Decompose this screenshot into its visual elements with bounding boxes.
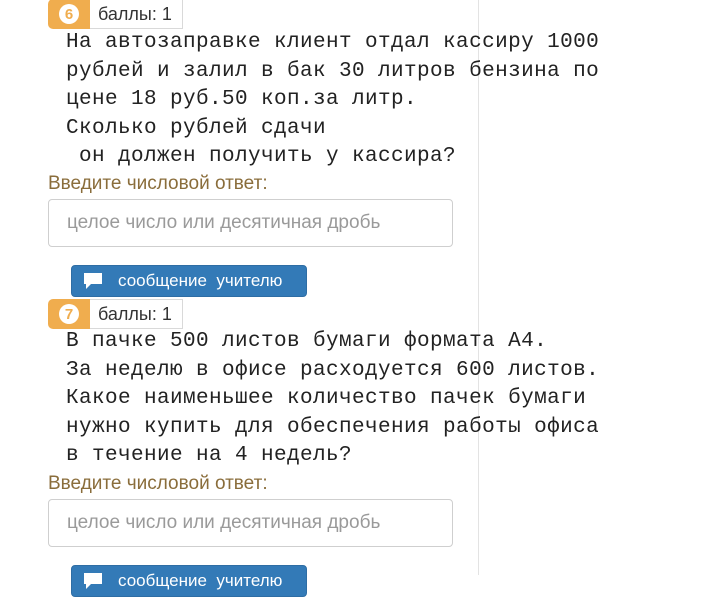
numeric-answer-input[interactable] xyxy=(48,499,453,547)
points-label: баллы: 1 xyxy=(90,299,183,329)
speech-bubble-icon xyxy=(84,273,102,289)
numeric-answer-input[interactable] xyxy=(48,199,453,247)
answer-prompt: Введите числовой ответ: xyxy=(48,473,268,494)
message-teacher-button[interactable]: сообщение учителю xyxy=(71,565,307,597)
question-line: Какое наименьшее количество пачек бумаги xyxy=(66,387,587,410)
points-label: баллы: 1 xyxy=(90,0,183,29)
question-line: цене 18 руб.50 коп.за литр. xyxy=(66,88,418,111)
message-teacher-button[interactable]: сообщение учителю xyxy=(71,265,307,297)
question-line: нужно купить для обеспечения работы офис… xyxy=(66,415,600,439)
speech-bubble-icon xyxy=(84,573,102,589)
question-line: рублей и залил в бак 30 литров бензина п… xyxy=(66,59,600,83)
question-number: 7 xyxy=(59,304,79,324)
question-line: На автозаправке клиент отдал кассиру 100… xyxy=(66,31,600,54)
message-teacher-label: сообщение учителю xyxy=(118,271,283,290)
question-line: За неделю в офисе расходуется 600 листов… xyxy=(66,358,600,382)
question-number-badge: 7 xyxy=(48,299,90,329)
question-header: 7 баллы: 1 xyxy=(48,299,183,329)
answer-prompt: Введите числовой ответ: xyxy=(48,173,268,194)
question-text: В пачке 500 листов бумаги формата А4. За… xyxy=(66,328,599,471)
message-teacher-label: сообщение учителю xyxy=(118,571,283,590)
question-line: он должен получить у кассира? xyxy=(66,145,457,168)
question-text: На автозаправке клиент отдал кассиру 100… xyxy=(66,29,599,172)
question-number-badge: 6 xyxy=(48,0,90,29)
question-line: В пачке 500 листов бумаги формата А4. xyxy=(66,330,548,353)
question-line: в течение на 4 недель? xyxy=(66,444,353,467)
question-number: 6 xyxy=(59,4,79,24)
question-header: 6 баллы: 1 xyxy=(48,0,183,29)
question-line: Сколько рублей сдачи xyxy=(66,116,327,140)
